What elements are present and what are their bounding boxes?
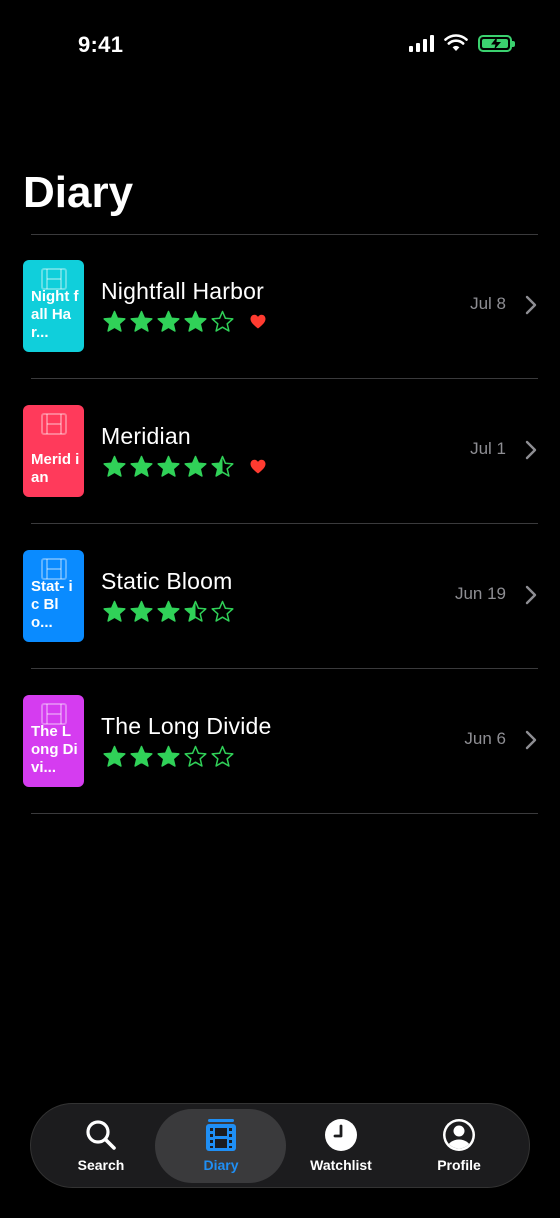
diary-entry-row[interactable]: Night fall Har... Nightfall Harbor Jul 8: [0, 234, 560, 379]
poster-title: The Long Divi...: [31, 723, 78, 776]
star-rating: [101, 745, 236, 767]
tab-label: Search: [77, 1157, 125, 1173]
film-icon: [41, 268, 67, 290]
movie-poster: Merid ian: [23, 405, 84, 497]
film-icon: [206, 1119, 236, 1151]
search-icon: [86, 1120, 116, 1150]
star-rating: [101, 455, 266, 477]
movie-title: Meridian: [101, 423, 191, 449]
poster-title: Merid ian: [31, 451, 80, 486]
star-full-icon: [103, 745, 126, 767]
star-full-icon: [103, 310, 126, 332]
movie-poster: The Long Divi...: [23, 695, 84, 787]
person-icon: [443, 1119, 475, 1151]
movie-poster: Night fall Har...: [23, 260, 84, 352]
star-full-icon: [130, 310, 153, 332]
heart-icon: [250, 459, 266, 473]
tab-label: Diary: [203, 1157, 239, 1173]
diary-entry-row[interactable]: The Long Divi... The Long Divide Jun 6: [0, 669, 560, 814]
star-empty-icon: [211, 600, 234, 622]
chevron-right-icon: [525, 585, 537, 605]
star-full-icon: [103, 600, 126, 622]
poster-title: Night fall Har...: [31, 288, 79, 341]
film-icon: [41, 558, 67, 580]
tab-profile[interactable]: Profile: [399, 1104, 519, 1189]
status-bar: 9:41: [0, 0, 560, 90]
tab-watchlist[interactable]: Watchlist: [281, 1104, 401, 1189]
tab-diary[interactable]: Diary: [161, 1104, 281, 1189]
star-full-icon: [103, 455, 126, 477]
star-full-icon: [130, 745, 153, 767]
movie-title: Nightfall Harbor: [101, 278, 264, 304]
page-title: Diary: [23, 168, 134, 217]
movie-title: The Long Divide: [101, 713, 272, 739]
divider: [31, 813, 538, 814]
star-empty-icon: [184, 745, 207, 767]
status-icons: [409, 34, 515, 52]
battery-charging-icon: [478, 34, 515, 52]
cellular-signal-icon: [409, 34, 434, 52]
film-icon: [41, 703, 67, 725]
star-rating: [101, 310, 266, 332]
tab-label: Watchlist: [310, 1157, 372, 1173]
chevron-right-icon: [525, 295, 537, 315]
clock-icon: [325, 1119, 357, 1151]
star-empty-icon: [211, 310, 234, 332]
diary-entry-row[interactable]: Merid ian Meridian Jul 1: [0, 379, 560, 524]
tab-bar: Search Diary Watchlist Profile: [30, 1103, 530, 1188]
star-half-icon: [211, 455, 234, 477]
star-half-icon: [184, 600, 207, 622]
star-full-icon: [157, 600, 180, 622]
star-full-icon: [184, 455, 207, 477]
star-rating: [101, 600, 236, 622]
status-time: 9:41: [78, 32, 124, 57]
entry-date: Jul 1: [470, 439, 506, 458]
film-icon: [41, 413, 67, 435]
movie-title: Static Bloom: [101, 568, 233, 594]
chevron-right-icon: [525, 440, 537, 460]
wifi-icon: [444, 34, 468, 51]
chevron-right-icon: [525, 730, 537, 750]
star-full-icon: [130, 455, 153, 477]
star-full-icon: [184, 310, 207, 332]
star-full-icon: [157, 455, 180, 477]
movie-poster: Stat- ic Blo...: [23, 550, 84, 642]
tab-search[interactable]: Search: [41, 1104, 161, 1189]
poster-title: Stat- ic Blo...: [31, 578, 73, 631]
star-empty-icon: [211, 745, 234, 767]
entry-date: Jun 6: [464, 729, 506, 748]
star-full-icon: [130, 600, 153, 622]
diary-entry-row[interactable]: Stat- ic Blo... Static Bloom Jun 19: [0, 524, 560, 669]
heart-icon: [250, 314, 266, 328]
tab-label: Profile: [437, 1157, 481, 1173]
entry-date: Jun 19: [454, 584, 506, 603]
star-full-icon: [157, 310, 180, 332]
star-full-icon: [157, 745, 180, 767]
entry-date: Jul 8: [470, 294, 506, 313]
